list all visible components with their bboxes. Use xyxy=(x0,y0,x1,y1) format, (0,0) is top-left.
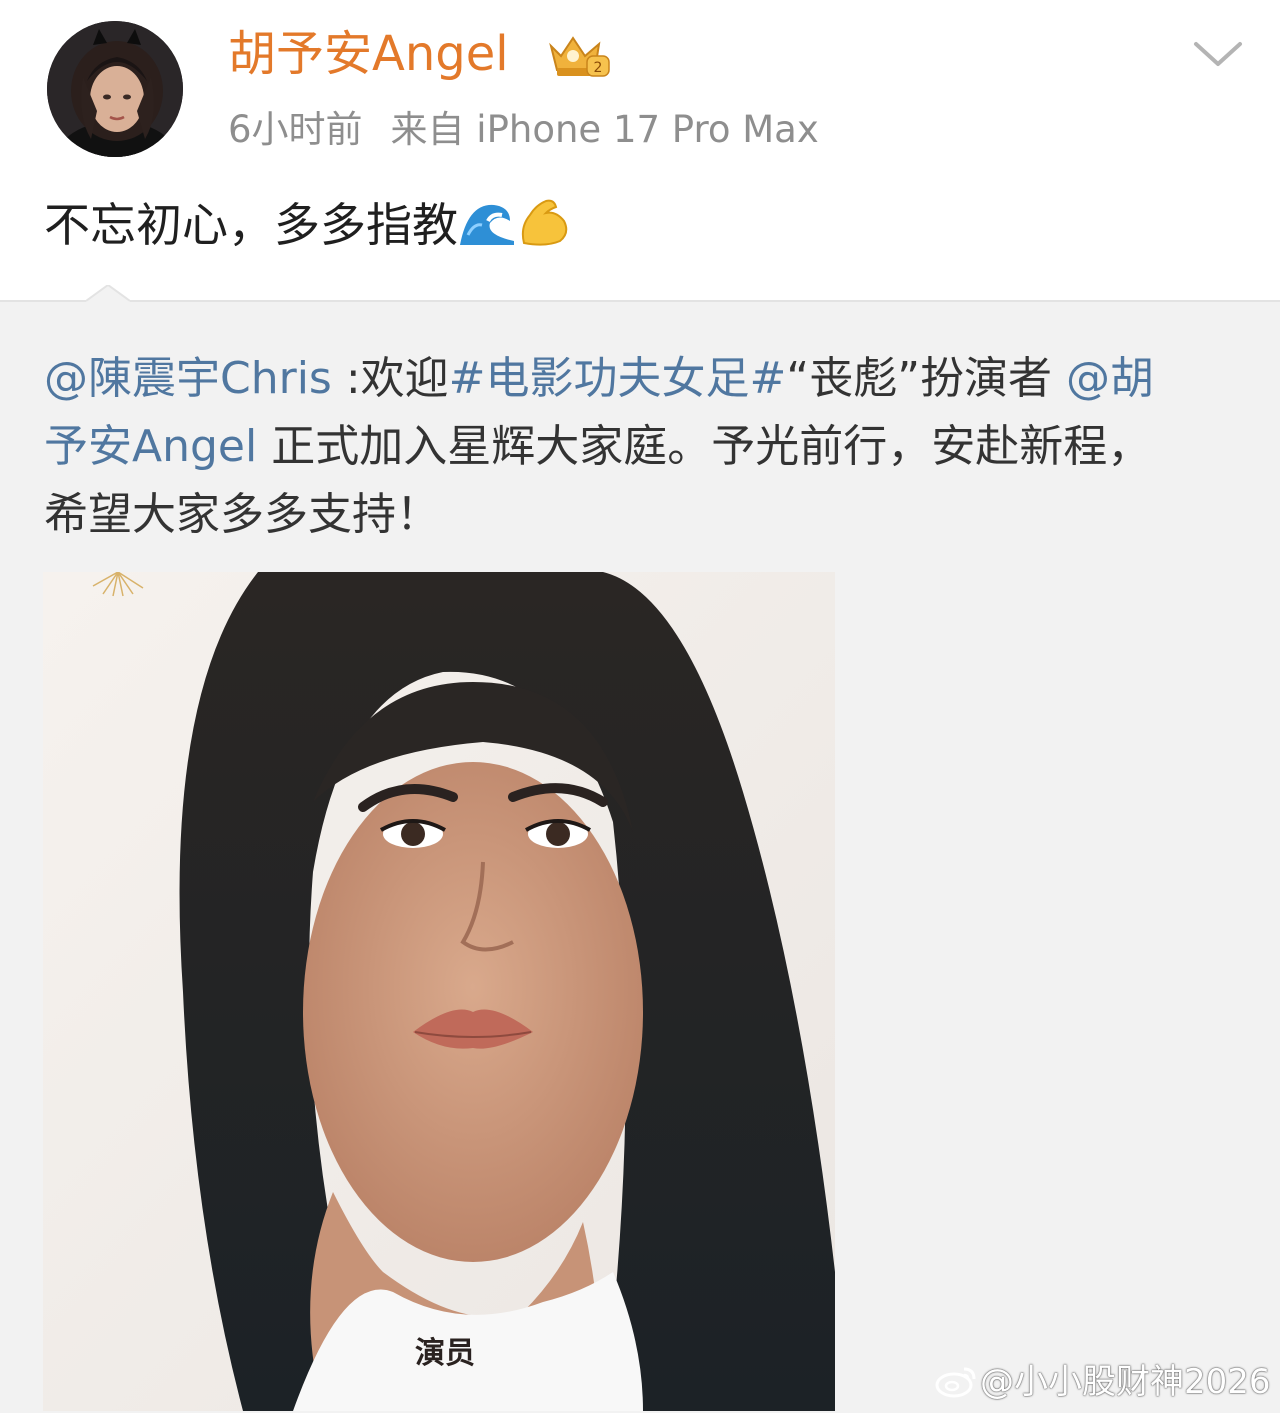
repost-line-2-text: 正式加入星辉大家庭。予光前行，安赴新程， xyxy=(257,421,1152,472)
mention-author-link[interactable]: @陳震宇Chris xyxy=(44,353,332,404)
repost-notch xyxy=(86,285,130,309)
timestamp: 6小时前 xyxy=(228,108,363,151)
repost-welcome: :欢迎 xyxy=(331,353,449,404)
wave-emoji xyxy=(460,204,514,245)
vip-crown-icon[interactable]: 2 xyxy=(543,30,613,82)
repost-role: “丧彪”扮演者 xyxy=(786,353,1066,404)
avatar-image xyxy=(47,21,183,157)
portrait-photo xyxy=(43,572,835,1411)
post-text: 不忘初心，多多指教 xyxy=(44,194,574,256)
repost-image[interactable]: 演员 xyxy=(43,572,835,1411)
hashtag-link[interactable]: #电影功夫女足# xyxy=(449,353,787,404)
flexed-biceps-emoji xyxy=(521,199,568,246)
svg-text:2: 2 xyxy=(594,60,603,76)
repost-line-2: 予安Angel 正式加入星辉大家庭。予光前行，安赴新程， xyxy=(44,413,1244,481)
watermark: @小小股财神2026 xyxy=(934,1358,1271,1406)
chevron-down-icon[interactable] xyxy=(1188,34,1248,74)
device-source: 来自 iPhone 17 Pro Max xyxy=(390,108,819,151)
avatar[interactable] xyxy=(47,21,183,157)
username[interactable]: 胡予安Angel xyxy=(228,24,509,84)
post-header: 胡予安Angel 2 6小时前 来自 iPhone 17 Pro Max 不忘初心… xyxy=(0,0,1280,300)
watermark-text: @小小股财神2026 xyxy=(980,1362,1271,1402)
post-meta: 6小时前 来自 iPhone 17 Pro Max xyxy=(228,106,819,154)
post-body: 不忘初心，多多指教 xyxy=(44,198,458,252)
repost-line-3: 希望大家多多支持！ xyxy=(44,489,440,540)
mention-angel-link-part2[interactable]: 予安Angel xyxy=(44,421,257,472)
weibo-logo-icon xyxy=(935,1367,976,1398)
repost-line-1: @陳震宇Chris :欢迎#电影功夫女足#“丧彪”扮演者 @胡 xyxy=(44,345,1244,413)
repost-text: @陳震宇Chris :欢迎#电影功夫女足#“丧彪”扮演者 @胡 予安Angel … xyxy=(44,345,1244,549)
mention-angel-link-part1[interactable]: @胡 xyxy=(1066,353,1154,404)
image-caption: 演员 xyxy=(415,1336,475,1371)
